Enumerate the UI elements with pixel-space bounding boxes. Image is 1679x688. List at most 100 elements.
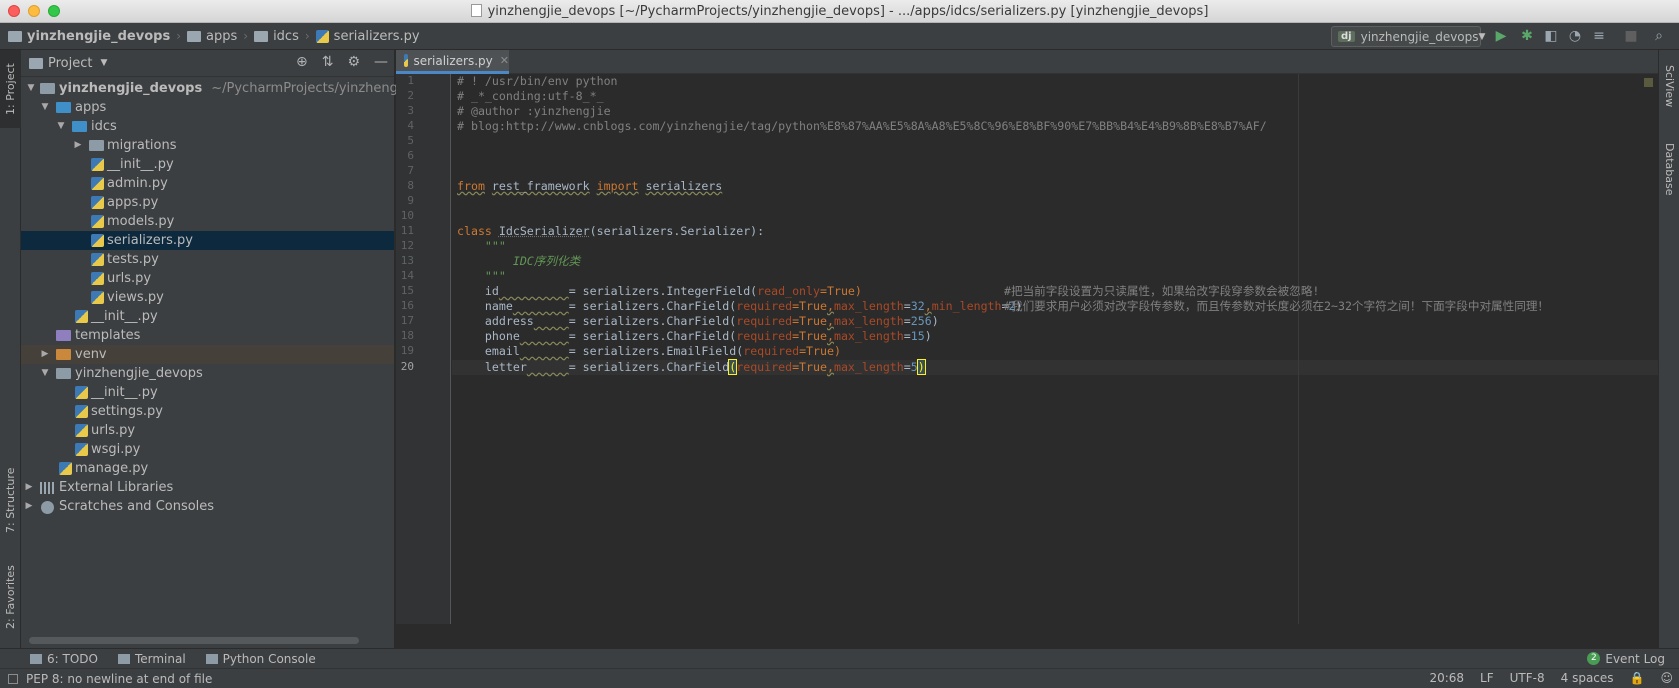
stop-icon[interactable]: ■ [1622, 27, 1640, 45]
collapse-all-icon[interactable]: ⇅ [322, 54, 334, 70]
tree-item-file[interactable]: manage.py [21, 459, 394, 478]
tree-item-apps[interactable]: ▼ apps [21, 98, 394, 117]
tree-item-file[interactable]: views.py [21, 288, 394, 307]
breadcrumb-file[interactable]: serializers.py [315, 29, 420, 44]
horizontal-scrollbar[interactable] [29, 637, 359, 644]
inspector-icon[interactable]: ☺ [1660, 671, 1673, 685]
code-line-16: name = serializers.CharField(required=Tr… [484, 299, 1023, 313]
expanded-arrow-icon[interactable]: ▼ [40, 364, 50, 383]
tree-item-file[interactable]: __init__.py [21, 155, 394, 174]
inspection-status-icon[interactable] [1644, 78, 1653, 87]
hide-panel-icon[interactable]: — [374, 54, 388, 70]
search-everywhere-icon[interactable]: ⌕ [1650, 27, 1668, 45]
play-icon[interactable]: ▶ [1492, 27, 1510, 45]
line-number: 8 [407, 179, 414, 192]
line-number: 15 [400, 284, 414, 297]
tree-item-scratches[interactable]: ▶ Scratches and Consoles [21, 497, 394, 516]
tree-item-templates[interactable]: templates [21, 326, 394, 345]
encoding-select[interactable]: UTF-8 [1510, 671, 1545, 685]
tree-item-file[interactable]: __init__.py [21, 383, 394, 402]
code-line-18: phone = serializers.CharField(required=T… [484, 329, 932, 343]
close-tab-icon[interactable]: ✕ [500, 54, 509, 67]
package-icon [56, 368, 71, 379]
tree-item-venv[interactable]: ▶ venv [21, 345, 394, 364]
collapsed-arrow-icon[interactable]: ▶ [24, 478, 34, 497]
run-tasks-icon[interactable]: ≡ [1590, 27, 1608, 45]
line-number: 1 [407, 74, 414, 87]
code-line-15: id = serializers.IntegerField(read_only=… [484, 284, 862, 298]
tree-item-file[interactable]: tests.py [21, 250, 394, 269]
line-number: 16 [400, 299, 414, 312]
project-panel-actions: ⊕ ⇅ ⚙ — [296, 54, 388, 70]
minimize-window-button[interactable] [28, 5, 40, 17]
line-number: 5 [407, 134, 414, 147]
project-view-select[interactable]: Project [48, 56, 92, 71]
code-line-17: address = serializers.CharField(required… [484, 314, 939, 328]
locate-file-icon[interactable]: ⊕ [296, 54, 308, 70]
tree-item-file[interactable]: models.py [21, 212, 394, 231]
tree-item-file-selected[interactable]: serializers.py [21, 231, 394, 250]
folder-icon [89, 140, 104, 151]
tree-item-external-libraries[interactable]: ▶ External Libraries [21, 478, 394, 497]
profile-icon[interactable]: ◔ [1566, 27, 1584, 45]
caret-position[interactable]: 20:68 [1429, 671, 1464, 685]
tree-item-file[interactable]: admin.py [21, 174, 394, 193]
right-margin-guide [1298, 74, 1299, 624]
code-line-19: email = serializers.EmailField(required=… [484, 344, 841, 358]
tree-item-idcs[interactable]: ▼ idcs [21, 117, 394, 136]
event-log-button[interactable]: 2 Event Log [1587, 652, 1665, 666]
collapsed-arrow-icon[interactable]: ▶ [24, 497, 34, 516]
collapsed-arrow-icon[interactable]: ▶ [73, 136, 83, 155]
python-file-icon [75, 424, 88, 437]
toggle-tool-windows-icon[interactable] [8, 673, 18, 684]
tree-item-package[interactable]: ▼ yinzhengjie_devops [21, 364, 394, 383]
python-file-icon [91, 158, 104, 171]
tree-item-file[interactable]: wsgi.py [21, 440, 394, 459]
close-window-button[interactable] [8, 5, 20, 17]
python-file-icon [315, 29, 329, 43]
python-console-icon [205, 653, 218, 664]
code-line-13: IDC序列化类 [512, 254, 581, 268]
lock-icon[interactable]: 🔒 [1630, 671, 1645, 685]
code-line-2: # _*_conding:utf-8_*_ [457, 89, 604, 103]
tree-item-file[interactable]: urls.py [21, 421, 394, 440]
tree-item-file[interactable]: urls.py [21, 269, 394, 288]
code-editor[interactable]: # ! /usr/bin/env python # _*_conding:utf… [452, 74, 1658, 624]
indent-select[interactable]: 4 spaces [1561, 671, 1614, 685]
terminal-button[interactable]: Terminal [117, 652, 186, 666]
django-icon: dj [1338, 31, 1355, 42]
tree-item-file[interactable]: settings.py [21, 402, 394, 421]
maximize-window-button[interactable] [48, 5, 60, 17]
todo-button[interactable]: 6: TODO [30, 652, 98, 666]
line-number: 11 [400, 224, 414, 237]
expanded-arrow-icon[interactable]: ▼ [40, 98, 50, 117]
breadcrumb-apps[interactable]: apps [187, 29, 237, 44]
bug-icon[interactable]: ✱ [1518, 27, 1536, 45]
tree-item-file[interactable]: __init__.py [21, 307, 394, 326]
tab-structure[interactable]: 7: Structure [0, 455, 21, 545]
expanded-arrow-icon[interactable]: ▼ [56, 117, 66, 136]
tab-database[interactable]: Database [1659, 132, 1679, 207]
coverage-icon[interactable]: ◧ [1542, 27, 1560, 45]
breadcrumb-idcs[interactable]: idcs [254, 29, 299, 44]
line-number: 13 [400, 254, 414, 267]
breadcrumb-project[interactable]: yinzhengjie_devops [8, 29, 170, 44]
line-number: 19 [400, 344, 414, 357]
expanded-arrow-icon[interactable]: ▼ [26, 79, 36, 98]
left-tool-strip: 1: Project 7: Structure 2: Favorites [0, 50, 21, 648]
python-console-button[interactable]: Python Console [205, 652, 316, 666]
gear-icon[interactable]: ⚙ [347, 54, 360, 70]
tree-item-migrations[interactable]: ▶ migrations [21, 136, 394, 155]
tab-project[interactable]: 1: Project [0, 50, 21, 128]
tab-favorites[interactable]: 2: Favorites [0, 555, 21, 640]
line-number: 9 [407, 194, 414, 207]
collapsed-arrow-icon[interactable]: ▶ [40, 345, 50, 364]
tab-serializers[interactable]: serializers.py ✕ [396, 50, 509, 74]
tab-sciview[interactable]: SciView [1659, 56, 1679, 116]
breadcrumb-separator: › [243, 29, 249, 43]
run-configuration-select[interactable]: dj yinzhengjie_devops ▼ [1331, 26, 1485, 47]
tree-item-file[interactable]: apps.py [21, 193, 394, 212]
chevron-down-icon[interactable]: ▼ [100, 58, 107, 68]
line-separator-select[interactable]: LF [1480, 671, 1494, 685]
tree-item-root[interactable]: ▼ yinzhengjie_devops ~/PycharmProjects/y… [21, 79, 428, 98]
